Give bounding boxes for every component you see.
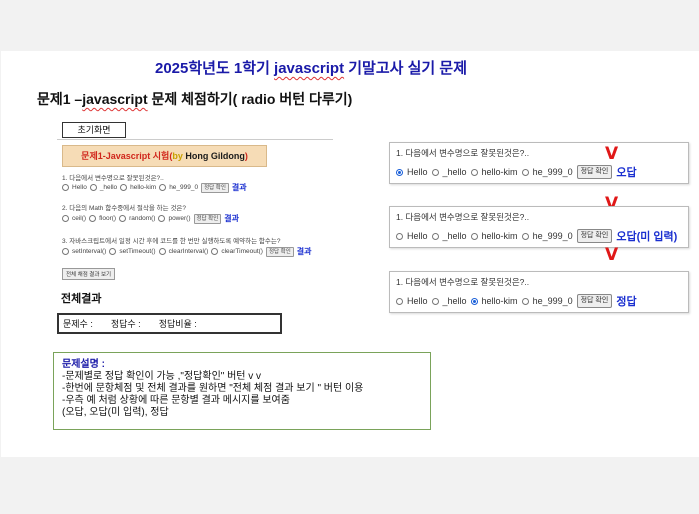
option-label: Hello [407,167,428,177]
result-label: 오답 [616,167,637,179]
option-label: hello-kim [481,167,518,177]
view-total-result-button[interactable]: 전체 채점 결과 보기 [62,268,116,280]
quiz-header: 문제1-Javascript 시험(by Hong Gildong) [62,145,267,167]
example-panel-no-input: 1. 다음에서 변수명으로 잘못된것은?.. Hello _hello hell… [389,206,689,248]
radio-option[interactable] [521,232,529,240]
check-answer-button[interactable]: 정답 확인 [576,229,613,243]
check-answer-button[interactable]: 정답 확인 [265,246,294,257]
option-label: _hello [99,184,118,191]
check-mark-1: V [605,144,619,164]
radio-option[interactable] [120,184,128,191]
description-line: -한번에 문항체점 및 전체 결과를 원하면 "전체 체점 결과 보기 " 버턴… [62,383,364,394]
page-title: 2025학년도 1학기 javascript 기말고사 실기 문제 [155,60,467,77]
radio-option-selected[interactable] [396,168,403,176]
panel-options: Hello _hello hello-kim he_999_0 정답 확인 오답… [396,228,677,244]
option-label: setInterval() [72,248,107,255]
result-label: 결과 [231,183,247,192]
radio-option[interactable] [62,248,69,255]
correct-ratio-field: 정답비율 : [158,319,197,329]
radio-option[interactable] [211,248,219,255]
slide: 2025학년도 1학기 javascript 기말고사 실기 문제 문제1 –j… [1,51,699,457]
check-answer-button[interactable]: 정답 확인 [576,294,613,308]
result-label: 결과 [224,214,240,223]
radio-option[interactable] [158,215,166,222]
option-label: setTimeout() [119,248,156,255]
radio-option-selected[interactable] [470,297,478,305]
question-1-text: 1. 다음에서 변수명으로 잘못된것은?.. [62,175,164,182]
description-line: -문제별로 정답 확인이 가능 ,"정답확인" 버턴 v v [62,371,262,382]
check-answer-button[interactable]: 정답 확인 [193,213,222,224]
option-label: hello-kim [130,184,157,191]
question-1-options: Hello _hello hello-kim he_999_0 정답 확인 결과 [62,182,247,193]
panel-question: 1. 다음에서 변수명으로 잘못된것은?.. [396,212,530,222]
radio-option[interactable] [431,168,439,176]
option-label: floor() [99,215,117,222]
radio-option[interactable] [431,232,439,240]
option-label: he_999_0 [532,231,573,241]
question-2-text: 2. 다음의 Math 함수중에서 절삭을 하는 것은? [62,205,187,212]
question-3-text: 3. 자바스크립트에서 일정 시간 후에 코드를 한 번만 실행하도록 예약하는… [62,238,281,245]
radio-option[interactable] [470,232,478,240]
example-panel-wrong: 1. 다음에서 변수명으로 잘못된것은?.. Hello _hello hell… [389,142,689,184]
panel-question: 1. 다음에서 변수명으로 잘못된것은?.. [396,148,530,158]
check-mark-3: V [605,245,619,265]
problem-subtitle: 문제1 –javascript 문제 체점하기( radio 버턴 다루기) [37,91,353,107]
option-label: clearTimeout() [221,248,263,255]
description-line: (오답, 오답(미 입력), 정답 [62,407,169,418]
radio-option[interactable] [109,248,117,255]
panel-options: Hello _hello hello-kim he_999_0 정답 확인 오답 [396,164,637,180]
option-label: he_999_0 [532,296,573,306]
option-label: _hello [442,167,467,177]
initial-screen-label: 초기화면 [62,122,126,138]
radio-option[interactable] [396,297,403,305]
radio-option[interactable] [89,184,97,191]
radio-option[interactable] [470,168,478,176]
total-result-heading: 전체결과 [61,293,102,305]
radio-option[interactable] [521,168,529,176]
result-label: 정답 [616,296,637,308]
radio-option[interactable] [62,184,69,191]
radio-option[interactable] [158,248,166,255]
description-title: 문제설명 : [62,359,105,370]
option-label: _hello [442,231,467,241]
radio-option[interactable] [396,232,403,240]
radio-option[interactable] [89,215,97,222]
panel-question: 1. 다음에서 변수명으로 잘못된것은?.. [396,277,530,287]
radio-option[interactable] [62,215,69,222]
correct-count-field: 정답수 : [110,319,141,329]
option-label: he_999_0 [532,167,573,177]
problem-description: 문제설명 : -문제별로 정답 확인이 가능 ,"정답확인" 버턴 v v -한… [53,352,431,430]
example-panel-correct: 1. 다음에서 변수명으로 잘못된것은?.. Hello _hello hell… [389,271,689,313]
radio-option[interactable] [119,215,127,222]
result-label: 결과 [296,247,312,256]
panel-options: Hello _hello hello-kim he_999_0 정답 확인 정답 [396,293,637,309]
option-label: power() [168,215,191,222]
option-label: Hello [407,231,428,241]
question-count-field: 문제수 : [63,319,93,329]
description-line: -우측 예 처럼 상황에 따른 문항별 결과 메시지를 보여줌 [62,395,290,406]
option-label: hello-kim [481,231,518,241]
question-2-options: ceil() floor() random() power() 정답 확인 결과 [62,213,239,224]
radio-option[interactable] [159,184,167,191]
option-label: he_999_0 [169,184,199,191]
check-answer-button[interactable]: 정답 확인 [576,165,613,179]
option-label: hello-kim [481,296,518,306]
option-label: clearInterval() [168,248,209,255]
option-label: Hello [407,296,428,306]
option-label: _hello [442,296,467,306]
result-label: 오답(미 입력) [616,231,678,243]
initial-screen-preview: 문제1-Javascript 시험(by Hong Gildong) 1. 다음… [57,139,333,336]
total-result-box: 문제수 : 정답수 : 정답비율 : [57,313,282,334]
question-3-options: setInterval() setTimeout() clearInterval… [62,246,312,257]
option-label: ceil() [72,215,87,222]
option-label: random() [129,215,156,222]
option-label: Hello [72,184,87,191]
radio-option[interactable] [431,297,439,305]
radio-option[interactable] [521,297,529,305]
check-answer-button[interactable]: 정답 확인 [201,182,229,193]
